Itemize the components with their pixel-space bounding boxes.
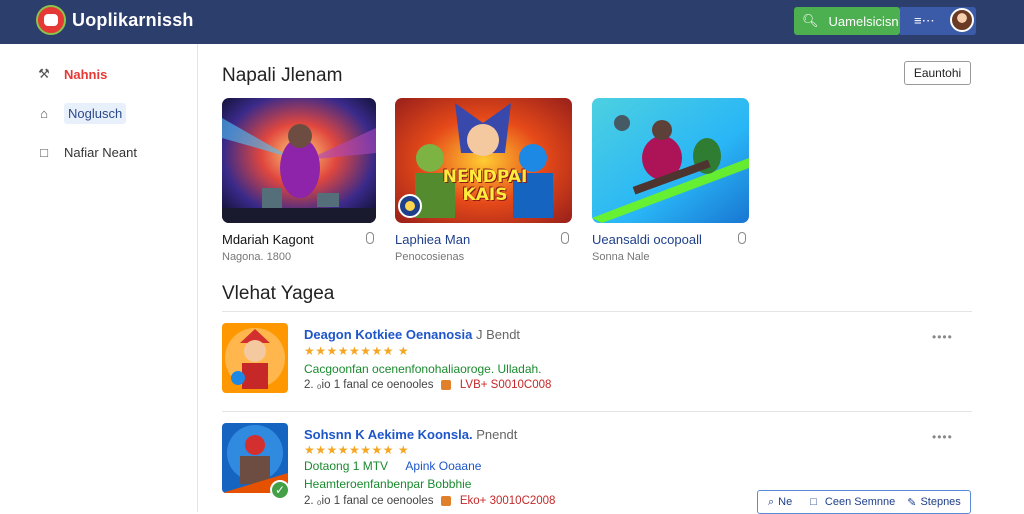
action-item[interactable]: ✎ Stepnes	[907, 496, 961, 509]
home-icon: ⌂	[40, 106, 48, 121]
rating-stars: ★★★★★★★★ ★	[304, 443, 410, 457]
game-thumbnail[interactable]: NENDPAI KAIS	[395, 98, 572, 223]
action-label: Ceen Semnne	[824, 496, 896, 508]
rating-stars: ★★★★★★★★ ★	[304, 344, 410, 358]
sidebar-item-2[interactable]: ⌂ Noglusch	[36, 103, 127, 124]
sidebar-item-label: Noglusch	[64, 103, 127, 124]
divider	[222, 311, 972, 312]
list-item-meta-text: 2. ₀io 1 fanal ce oenooles	[304, 495, 434, 507]
app-title: Uoplikarnissh	[72, 10, 194, 30]
mouse-icon	[366, 232, 374, 244]
sidebar-item-label: Nafiar Neant	[64, 144, 137, 160]
list-item-title-text: Sohsnn K Aekime Koonsla.	[304, 427, 473, 442]
game-card-meta: Sonna Nale	[592, 251, 650, 263]
sidebar: ⚒ Nahnis ⌂ Noglusch □ Nafiar Neant	[0, 44, 198, 512]
action-item[interactable]: □ Ceen Semnne	[810, 496, 895, 508]
avatar[interactable]	[950, 8, 974, 32]
list-item-title[interactable]: Sohsnn K Aekime Koonsla. Pnendt	[304, 427, 517, 442]
list-item-price: Eko+ 30010C2008	[459, 495, 556, 507]
sidebar-item-label: Nahnis	[64, 66, 108, 82]
sidebar-item-3[interactable]: □ Nafiar Neant	[36, 144, 137, 160]
action-item[interactable]: ⌕ Ne	[768, 496, 792, 509]
action-label: Ne	[778, 496, 793, 508]
more-options-icon[interactable]: ••••	[932, 430, 953, 444]
game-thumbnail[interactable]	[222, 98, 376, 223]
list-item-meta-text: 2. ₀io 1 fanal ce oenooles	[304, 379, 434, 391]
search-button[interactable]: 🔍︎ Uamelsicisn	[794, 7, 900, 35]
list-item-title-sub: J Bendt	[475, 327, 521, 342]
list-item-desc-pre: Dotaong 1 MTV	[304, 459, 389, 473]
game-thumbnail[interactable]	[592, 98, 749, 223]
list-item-meta: 2. ₀io 1 fanal ce oenooles LVB+ S0010C00…	[304, 379, 551, 391]
list-item-description: Heamteroenfanbenpar Bobbhie	[304, 477, 472, 491]
list-item-description-line1: Dotaong 1 MTV Apink Ooaane	[304, 459, 481, 473]
verified-check-icon: ✓	[270, 480, 290, 500]
action-bar: ⌕ Ne □ Ceen Semnne ✎ Stepnes	[757, 490, 971, 514]
list-item-price: LVB+ S0010C008	[459, 379, 552, 391]
search-icon: ⌕	[768, 495, 775, 508]
list-item-description: Cacgoonfan ocenenfonohaliaoroge. Ulladah…	[304, 362, 542, 376]
list-item-thumbnail[interactable]	[222, 323, 288, 393]
game-card[interactable]: Ueansaldi ocopoall Sonna Nale	[592, 98, 749, 263]
list-item-meta: 2. ₀io 1 fanal ce oenooles Eko+ 30010C20…	[304, 495, 555, 507]
game-card-meta: Penocosienas	[395, 251, 465, 263]
game-banner-text: NENDPAI KAIS	[442, 167, 528, 205]
edit-icon: ✎	[907, 496, 917, 509]
section-title-featured: Napali Jlenam	[222, 65, 343, 86]
divider	[222, 411, 972, 412]
section-title-list: Vlehat Yagea	[222, 283, 335, 304]
game-card-title[interactable]: Laphiea Man	[395, 232, 470, 247]
tag-icon	[440, 495, 451, 506]
game-card[interactable]: NENDPAI KAIS Laphiea Man Penocosienas	[395, 98, 572, 263]
more-options-icon[interactable]: ••••	[932, 330, 953, 344]
app-logo-icon	[36, 5, 66, 35]
bookmark-icon: □	[40, 144, 48, 160]
search-button-label: Uamelsicisn	[828, 13, 899, 29]
list-item-desc-extra: Apink Ooaane	[405, 459, 482, 473]
list-item-title-text: Deagon Kotkiee Oenanosia	[304, 327, 473, 342]
game-card-meta: Nagona. 1800	[222, 251, 292, 263]
mouse-icon	[738, 232, 746, 244]
search-icon: 🔍︎	[802, 13, 819, 28]
checkbox-icon: □	[810, 496, 817, 508]
list-item-title-sub: Pnendt	[476, 427, 518, 442]
game-card[interactable]: Mdariah Kagont Nagona. 1800	[222, 98, 376, 263]
wrench-icon: ⚒	[38, 66, 50, 81]
list-item-title[interactable]: Deagon Kotkiee Oenanosia J Bendt	[304, 327, 520, 342]
top-bar: Uoplikarnissh 🔍︎ Uamelsicisn ≡⋯	[0, 0, 1024, 44]
game-card-title[interactable]: Mdariah Kagont	[222, 232, 314, 247]
sidebar-item-1[interactable]: ⚒ Nahnis	[36, 66, 107, 82]
mouse-icon	[561, 232, 569, 244]
tag-icon	[440, 379, 451, 390]
game-card-title[interactable]: Ueansaldi ocopoall	[592, 232, 702, 247]
top-action-button[interactable]: Eauntohi	[904, 61, 971, 85]
action-label: Stepnes	[920, 496, 961, 508]
